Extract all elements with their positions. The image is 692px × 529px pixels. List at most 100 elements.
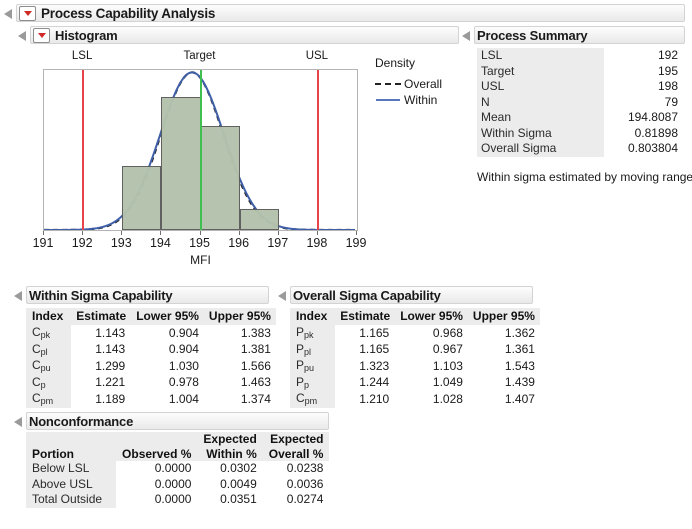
histogram-plot-frame[interactable] [43, 69, 358, 231]
overall-sigma-capability-outline[interactable]: Overall Sigma Capability [278, 286, 536, 304]
disclosure-triangle-icon[interactable] [4, 9, 12, 19]
column-header-line1 [26, 432, 117, 447]
legend-title: Density [375, 56, 416, 70]
red-triangle-menu-icon[interactable] [33, 27, 50, 43]
capability-index-label: Cp [26, 374, 72, 391]
axis-tick-label: 197 [267, 236, 289, 250]
process-summary-note: Within sigma estimated by moving range. [477, 170, 692, 184]
nonconformance-overall-cell: 0.0238 [286, 461, 324, 475]
overall-sigma-capability-header[interactable]: Overall Sigma Capability [290, 286, 533, 304]
summary-label: N [477, 94, 604, 110]
capability-estimate-value: 1.221 [95, 375, 126, 389]
within-sigma-capability-outline[interactable]: Within Sigma Capability [14, 286, 272, 304]
disclosure-triangle-icon[interactable] [18, 31, 26, 41]
legend-label-overall: Overall [404, 77, 443, 91]
capability-lower-value: 0.967 [432, 342, 463, 356]
column-header: Index [290, 308, 336, 325]
summary-value: 79 [664, 94, 678, 109]
capability-index-label: Ppl [290, 341, 336, 358]
axis-tick [199, 231, 201, 235]
target-reference-line [199, 70, 202, 230]
summary-row: Overall Sigma 0.803804 [477, 141, 682, 157]
axis-tick [160, 231, 162, 235]
process-capability-analysis-header[interactable]: Process Capability Analysis [16, 4, 685, 22]
column-header: Upper 95% [467, 308, 540, 325]
histogram-bar [161, 96, 201, 230]
histogram-bar [200, 126, 240, 230]
capability-index-label: Ppk [290, 325, 336, 342]
column-header: Index [26, 308, 72, 325]
capability-lower-value: 0.904 [168, 342, 199, 356]
process-summary-table: LSL 192 Target 195 USL 198 N 79 Mean 194.8087 With… [477, 48, 682, 157]
capability-upper-value: 1.463 [240, 375, 271, 389]
axis-tick-label: 195 [189, 236, 210, 250]
legend-label-within: Within [404, 93, 438, 107]
capability-lower-value: 1.028 [432, 391, 463, 406]
disclosure-triangle-icon[interactable] [14, 417, 22, 427]
summary-value: 0.803804 [627, 141, 678, 155]
overall-sigma-capability-title: Overall Sigma Capability [293, 287, 441, 303]
axis-tick-label: 194 [149, 236, 171, 250]
usl-reference-line [316, 70, 319, 230]
process-capability-analysis-outline[interactable]: Process Capability Analysis [4, 4, 688, 22]
summary-row: Within Sigma 0.81898 [477, 125, 682, 141]
summary-label: USL [477, 79, 604, 95]
capability-index-label: Pp [290, 374, 336, 391]
axis-tick-label: 196 [228, 236, 250, 250]
density-legend: Density Overall Within [375, 56, 465, 108]
disclosure-triangle-icon[interactable] [462, 31, 470, 41]
nonconformance-overall-cell: 0.0036 [286, 476, 324, 491]
axis-tick [356, 231, 357, 235]
axis-tick [43, 231, 44, 235]
summary-value: 195 [657, 63, 678, 78]
summary-value: 0.81898 [634, 125, 678, 140]
table-row: Cpm 1.189 1.004 1.374 [26, 391, 276, 408]
legend-item-overall: Overall [375, 76, 465, 92]
histogram-panel: LSL Target USL MFI 191 192 193 194 195 196 197… [30, 46, 462, 278]
process-summary-header[interactable]: Process Summary [474, 26, 685, 44]
target-spec-label: Target [183, 50, 216, 62]
capability-estimate-value: 1.165 [359, 325, 390, 340]
nonconformance-observed-cell: 0.0000 [154, 476, 192, 491]
capability-index-label: Cpl [26, 341, 72, 358]
column-header: Upper 95% [203, 308, 276, 325]
capability-lower-value: 1.030 [168, 358, 199, 373]
summary-label: Overall Sigma [477, 141, 604, 157]
histogram-bar [122, 165, 162, 230]
table-row: Cpl 1.143 0.904 1.381 [26, 341, 276, 358]
legend-item-within: Within [375, 92, 465, 108]
capability-upper-value: 1.374 [240, 391, 271, 406]
nonconformance-outline[interactable]: Nonconformance [14, 412, 332, 430]
histogram-title: Histogram [55, 27, 118, 43]
process-summary-outline[interactable]: Process Summary [462, 26, 688, 44]
capability-lower-value: 1.049 [432, 375, 463, 389]
summary-value: 194.8087 [627, 110, 678, 124]
capability-index-label: Cpu [26, 358, 72, 375]
lsl-reference-line [82, 70, 85, 230]
table-row: Above USL 0.0000 0.0049 0.0036 [26, 476, 329, 492]
summary-label: LSL [477, 48, 604, 64]
usl-spec-label: USL [305, 50, 329, 62]
nonconformance-observed-cell: 0.0000 [154, 461, 192, 475]
within-sigma-capability-table: Index Estimate Lower 95% Upper 95% Cpk 1.143… [26, 308, 276, 408]
disclosure-triangle-icon[interactable] [278, 291, 286, 301]
nonconformance-portion-cell: Above USL [26, 476, 117, 492]
histogram-header[interactable]: Histogram [30, 26, 459, 44]
capability-estimate-value: 1.299 [95, 358, 126, 373]
capability-estimate-value: 1.323 [359, 358, 390, 373]
table-row: Ppl 1.165 0.967 1.361 [290, 341, 540, 358]
page-title: Process Capability Analysis [41, 5, 216, 21]
x-axis-title: MFI [190, 253, 211, 267]
column-header-line2: Within % [197, 446, 263, 461]
capability-estimate-value: 1.189 [95, 391, 126, 406]
histogram-outline[interactable]: Histogram [18, 26, 462, 44]
table-row: Cp 1.221 0.978 1.463 [26, 374, 276, 391]
red-triangle-menu-icon[interactable] [19, 5, 36, 21]
nonconformance-header[interactable]: Nonconformance [26, 412, 329, 430]
within-sigma-capability-title: Within Sigma Capability [29, 287, 173, 303]
capability-upper-value: 1.407 [504, 391, 535, 406]
disclosure-triangle-icon[interactable] [14, 291, 22, 301]
within-sigma-capability-header[interactable]: Within Sigma Capability [26, 286, 269, 304]
nonconformance-within-cell: 0.0049 [220, 476, 257, 491]
table-row: Below LSL 0.0000 0.0302 0.0238 [26, 461, 329, 477]
